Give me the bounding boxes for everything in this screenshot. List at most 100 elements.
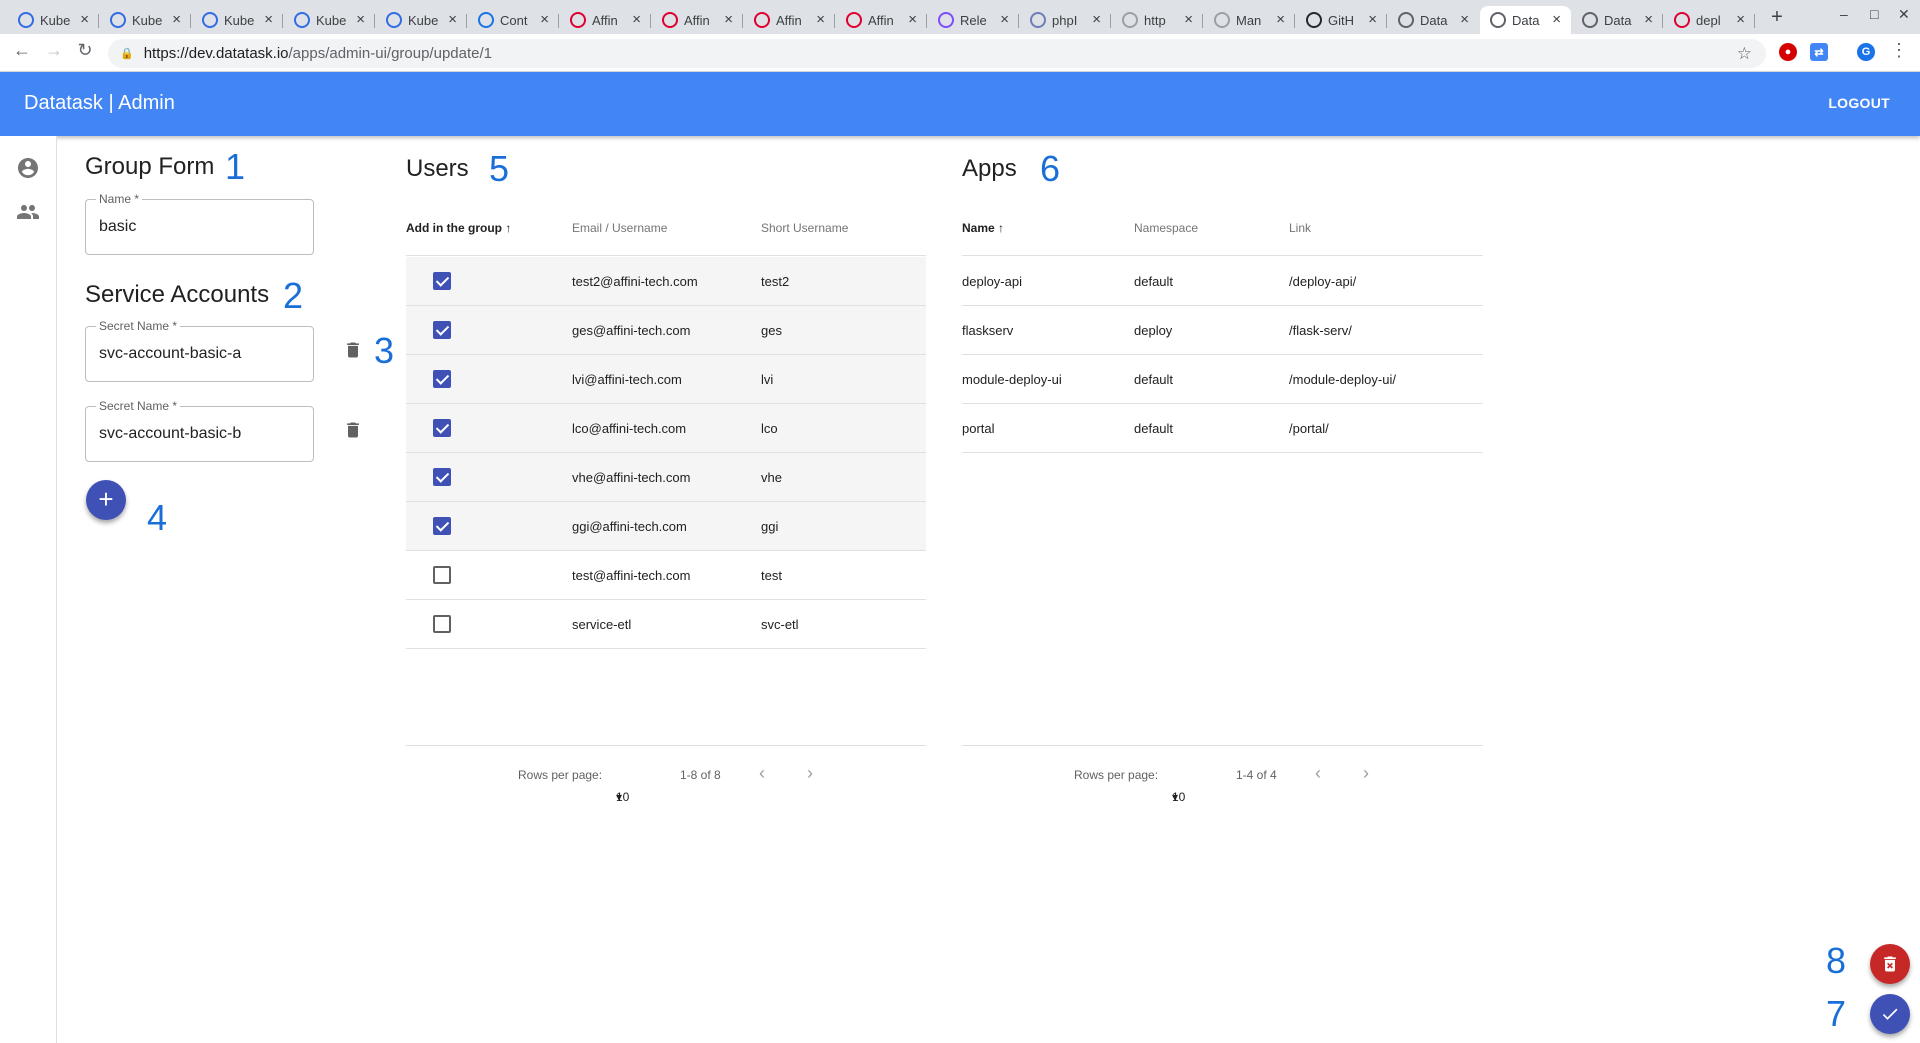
browser-tab[interactable]: Data × [1572, 6, 1663, 34]
browser-tab[interactable]: Kube × [284, 6, 375, 34]
delete-secret-b-icon[interactable] [343, 419, 363, 441]
browser-tab[interactable]: Affin × [560, 6, 651, 34]
extension-adblock-icon[interactable]: ● [1779, 43, 1797, 61]
col-email[interactable]: Email / Username [572, 221, 667, 235]
window-close-icon[interactable]: ✕ [1898, 6, 1910, 23]
tab-close-icon[interactable]: × [724, 11, 733, 28]
extension-translate-icon[interactable]: ⇄ [1810, 43, 1828, 61]
app-row[interactable]: portal default/portal/ [962, 404, 1483, 453]
group-name-field[interactable]: Name * [85, 192, 314, 255]
tab-close-icon[interactable]: × [632, 11, 641, 28]
address-bar[interactable]: 🔒 https://dev.datatask.io/apps/admin-ui/… [108, 39, 1766, 68]
profile-avatar[interactable]: G [1857, 43, 1875, 61]
new-tab-icon[interactable]: + [1765, 6, 1789, 29]
tab-close-icon[interactable]: × [908, 11, 917, 28]
user-row[interactable]: ges@affini-tech.com ges [406, 306, 926, 355]
tab-close-icon[interactable]: × [540, 11, 549, 28]
account-circle-icon[interactable] [16, 156, 40, 180]
browser-menu-icon[interactable]: ⋮ [1887, 40, 1911, 61]
logout-button[interactable]: LOGOUT [1828, 95, 1890, 111]
app-link[interactable]: /flask-serv/ [1289, 323, 1352, 338]
app-row[interactable]: flaskserv deploy/flask-serv/ [962, 306, 1483, 355]
col-short-username[interactable]: Short Username [761, 221, 848, 235]
add-in-group-checkbox[interactable] [433, 419, 451, 437]
browser-tab[interactable]: Kube × [376, 6, 467, 34]
delete-group-button[interactable] [1870, 944, 1910, 984]
add-in-group-checkbox[interactable] [433, 615, 451, 633]
tab-close-icon[interactable]: × [1736, 11, 1745, 28]
next-page-icon[interactable]: › [1363, 763, 1369, 784]
add-in-group-checkbox[interactable] [433, 321, 451, 339]
add-in-group-checkbox[interactable] [433, 468, 451, 486]
tab-close-icon[interactable]: × [1092, 11, 1101, 28]
tab-close-icon[interactable]: × [1644, 11, 1653, 28]
tab-close-icon[interactable]: × [80, 11, 89, 28]
col-add-in-group[interactable]: Add in the group ↑ [406, 221, 511, 235]
tab-close-icon[interactable]: × [1000, 11, 1009, 28]
tab-close-icon[interactable]: × [1460, 11, 1469, 28]
col-link[interactable]: Link [1289, 221, 1311, 235]
back-icon[interactable]: ← [10, 40, 34, 61]
col-app-name[interactable]: Name ↑ [962, 221, 1004, 235]
browser-tab[interactable]: Affin × [744, 6, 835, 34]
add-in-group-checkbox[interactable] [433, 566, 451, 584]
save-group-button[interactable] [1870, 994, 1910, 1034]
app-row[interactable]: module-deploy-ui default/module-deploy-ui… [962, 355, 1483, 404]
add-in-group-checkbox[interactable] [433, 272, 451, 290]
app-link[interactable]: /module-deploy-ui/ [1289, 372, 1396, 387]
tab-close-icon[interactable]: × [816, 11, 825, 28]
tab-close-icon[interactable]: × [356, 11, 365, 28]
browser-tab[interactable]: Kube × [192, 6, 283, 34]
app-row[interactable]: deploy-api default/deploy-api/ [962, 257, 1483, 306]
secret-name-input-b[interactable] [99, 425, 299, 443]
group-icon[interactable] [16, 200, 40, 224]
add-in-group-checkbox[interactable] [433, 370, 451, 388]
browser-tab[interactable]: depl × [1664, 6, 1755, 34]
browser-tab[interactable]: Data × [1388, 6, 1479, 34]
secret-name-field-b[interactable]: Secret Name * [85, 399, 314, 462]
browser-tab[interactable]: Rele × [928, 6, 1019, 34]
user-row[interactable]: service-etl svc-etl [406, 600, 926, 649]
secret-name-input-a[interactable] [99, 345, 299, 363]
browser-tab[interactable]: Man × [1204, 6, 1295, 34]
tab-close-icon[interactable]: × [1276, 11, 1285, 28]
bookmark-star-icon[interactable]: ☆ [1737, 44, 1752, 64]
browser-tab[interactable]: Kube × [8, 6, 99, 34]
tab-close-icon[interactable]: × [1184, 11, 1193, 28]
user-row[interactable]: lco@affini-tech.com lco [406, 404, 926, 453]
tab-close-icon[interactable]: × [448, 11, 457, 28]
secret-name-field-a[interactable]: Secret Name * [85, 319, 314, 382]
browser-tab[interactable]: GitH × [1296, 6, 1387, 34]
tab-close-icon[interactable]: × [1368, 11, 1377, 28]
user-row[interactable]: test2@affini-tech.com test2 [406, 257, 926, 306]
tab-close-icon[interactable]: × [172, 11, 181, 28]
col-namespace[interactable]: Namespace [1134, 221, 1198, 235]
app-link[interactable]: /deploy-api/ [1289, 274, 1356, 289]
prev-page-icon[interactable]: ‹ [1315, 763, 1321, 784]
browser-tab[interactable]: Affin × [836, 6, 927, 34]
lock-icon: 🔒 [120, 48, 134, 60]
browser-tab[interactable]: Data × [1480, 6, 1571, 34]
prev-page-icon[interactable]: ‹ [759, 763, 765, 784]
user-row[interactable]: ggi@affini-tech.com ggi [406, 502, 926, 551]
add-service-account-button[interactable]: + [86, 480, 126, 520]
forward-icon[interactable]: → [42, 40, 66, 61]
group-name-input[interactable] [99, 218, 299, 236]
user-row[interactable]: lvi@affini-tech.com lvi [406, 355, 926, 404]
maximize-icon[interactable]: □ [1870, 6, 1878, 22]
browser-tab[interactable]: http × [1112, 6, 1203, 34]
tab-close-icon[interactable]: × [1552, 11, 1561, 28]
reload-icon[interactable]: ↻ [73, 40, 97, 61]
browser-tab[interactable]: phpI × [1020, 6, 1111, 34]
next-page-icon[interactable]: › [807, 763, 813, 784]
app-link[interactable]: /portal/ [1289, 421, 1329, 436]
add-in-group-checkbox[interactable] [433, 517, 451, 535]
user-row[interactable]: test@affini-tech.com test [406, 551, 926, 600]
browser-tab[interactable]: Kube × [100, 6, 191, 34]
browser-tab[interactable]: Cont × [468, 6, 559, 34]
delete-secret-a-icon[interactable] [343, 339, 363, 361]
minimize-icon[interactable]: – [1840, 6, 1848, 22]
tab-close-icon[interactable]: × [264, 11, 273, 28]
user-row[interactable]: vhe@affini-tech.com vhe [406, 453, 926, 502]
browser-tab[interactable]: Affin × [652, 6, 743, 34]
